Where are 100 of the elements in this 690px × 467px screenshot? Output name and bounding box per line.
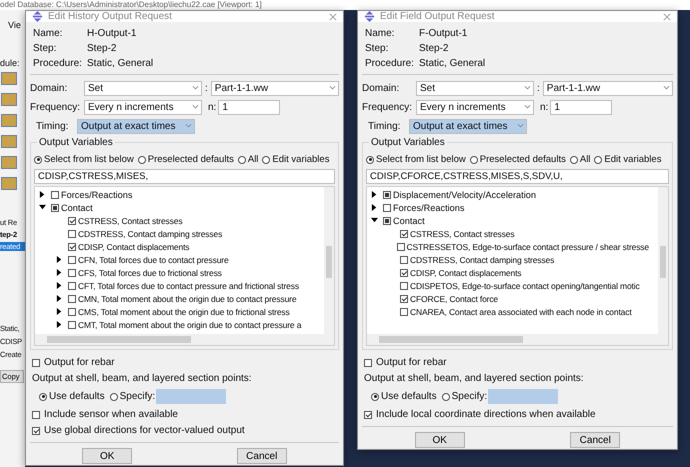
expand-icon[interactable] <box>56 295 63 302</box>
checkbox[interactable] <box>400 294 408 302</box>
list-item[interactable]: CDISP, Contact displacements <box>410 268 522 278</box>
expand-icon[interactable] <box>56 269 63 276</box>
list-item[interactable]: CMS, Total moment about the origin due to frictional stress <box>78 306 290 316</box>
radio-option[interactable]: Preselected defaults <box>470 154 566 165</box>
expand-icon[interactable] <box>371 204 378 211</box>
increment-field[interactable]: 1 <box>218 100 280 114</box>
list-item[interactable]: CFN, Total forces due to contact pressure <box>78 254 229 264</box>
list-item[interactable]: Displacement/Velocity/Acceleration <box>393 190 536 200</box>
checkbox[interactable] <box>51 204 59 212</box>
checkbox[interactable] <box>68 230 76 238</box>
scrollbar[interactable] <box>658 187 668 334</box>
domain-dropdown[interactable]: Set <box>416 80 534 96</box>
region-dropdown[interactable]: Part-1-1.ww <box>542 80 673 96</box>
radio-option[interactable]: Use defaults <box>371 391 437 402</box>
checkbox[interactable] <box>68 308 76 316</box>
dialog-title: Edit Field Output Request <box>380 11 496 22</box>
list-item[interactable]: CFS, Total forces due to frictional stress <box>78 268 222 278</box>
radio-option[interactable]: Select from list below <box>366 154 466 165</box>
checkbox[interactable] <box>400 256 408 264</box>
checkbox[interactable] <box>383 204 391 212</box>
checkbox[interactable] <box>396 242 404 250</box>
list-item[interactable]: CDISPETOS, Edge-to-surface contact opening/tangential motic <box>410 280 640 290</box>
field-label: Frequency: <box>30 102 82 112</box>
increment-field[interactable]: 1 <box>550 100 612 114</box>
checkbox[interactable] <box>68 320 76 328</box>
cancel-button[interactable]: Cancel <box>236 448 287 464</box>
checkbox[interactable] <box>68 294 76 302</box>
checkbox[interactable] <box>68 242 76 250</box>
checkbox[interactable] <box>383 190 391 198</box>
frequency-dropdown[interactable]: Every n increments <box>84 100 202 114</box>
radio-option[interactable]: Select from list below <box>34 154 134 165</box>
field-label: Frequency: <box>362 102 414 112</box>
list-item[interactable]: CFORCE, Contact force <box>410 294 498 304</box>
radio-option[interactable]: All <box>570 154 590 165</box>
timing-dropdown[interactable]: Output at exact times <box>409 118 527 134</box>
checkbox[interactable] <box>68 282 76 290</box>
list-item[interactable]: CDSTRESS, Contact damping stresses <box>410 254 554 264</box>
checkbox-option[interactable]: Output for rebar <box>32 357 339 368</box>
checkbox-option[interactable]: Output for rebar <box>364 357 673 368</box>
close-icon[interactable] <box>329 12 337 20</box>
collapse-icon[interactable] <box>39 204 46 211</box>
scrollbar[interactable] <box>367 334 668 345</box>
list-item[interactable]: CDSTRESS, Contact damping stresses <box>78 228 222 238</box>
collapse-icon[interactable] <box>371 217 378 224</box>
radio-option[interactable]: Edit variables <box>594 154 662 165</box>
list-item[interactable]: Contact <box>61 202 93 212</box>
checkbox[interactable] <box>68 216 76 224</box>
close-icon[interactable] <box>663 12 671 20</box>
checkbox[interactable] <box>383 216 391 224</box>
frequency-dropdown[interactable]: Every n increments <box>416 100 534 114</box>
ok-button[interactable]: OK <box>82 448 132 464</box>
list-item[interactable]: Contact <box>393 216 425 226</box>
scrollbar[interactable] <box>324 187 334 334</box>
list-item[interactable]: CNAREA, Contact area associated with each node in contact <box>410 306 632 316</box>
radio-option[interactable]: Preselected defaults <box>138 154 234 165</box>
checkbox[interactable] <box>51 190 59 198</box>
expand-icon[interactable] <box>371 191 378 198</box>
list-item[interactable]: CFT, Total forces due to contact pressure and frictional stress <box>78 280 299 290</box>
checkbox[interactable] <box>68 268 76 276</box>
list-item[interactable]: Forces/Reactions <box>393 202 464 212</box>
scrollbar[interactable] <box>35 334 334 345</box>
expand-icon[interactable] <box>56 321 63 328</box>
expand-icon[interactable] <box>39 191 46 198</box>
list-item[interactable]: CSTRESS, Contact stresses <box>78 216 182 226</box>
checkbox-option[interactable]: Include sensor when available <box>32 409 339 420</box>
checkbox-option[interactable]: Include local coordinate directions when available <box>364 409 673 420</box>
cancel-button[interactable]: Cancel <box>570 432 620 448</box>
radio-option[interactable]: All <box>238 154 258 165</box>
radio-option[interactable]: Use defaults <box>39 391 105 402</box>
domain-dropdown[interactable]: Set <box>84 80 202 96</box>
list-item[interactable]: CDISP, Contact displacements <box>78 242 190 252</box>
checkbox[interactable] <box>400 282 408 290</box>
radio-option[interactable]: Specify: <box>442 391 488 402</box>
list-item[interactable]: CSTRESS, Contact stresses <box>410 228 514 238</box>
expand-icon[interactable] <box>56 308 63 315</box>
specify-field[interactable] <box>488 389 558 404</box>
dialog-title: Edit History Output Request <box>48 11 173 22</box>
checkbox[interactable] <box>400 230 408 238</box>
list-item[interactable]: Forces/Reactions <box>61 190 132 200</box>
list-item[interactable]: CMT, Total moment about the origin due to contact pressure a <box>78 320 302 330</box>
expand-icon[interactable] <box>56 256 63 263</box>
checkbox[interactable] <box>400 268 408 276</box>
field-label: Step: <box>365 43 388 54</box>
list-item[interactable]: CSTRESSETOS, Edge-to-surface contact pressure / shear stresse <box>406 242 649 252</box>
variables-field[interactable]: CDISP,CFORCE,CSTRESS,MISES,S,SDV,U, <box>366 169 669 184</box>
specify-field[interactable] <box>156 389 226 404</box>
variables-field[interactable]: CDISP,CSTRESS,MISES, <box>34 169 335 184</box>
checkbox[interactable] <box>68 256 76 264</box>
radio-option[interactable]: Specify: <box>110 391 156 402</box>
expand-icon[interactable] <box>56 282 63 289</box>
checkbox-option[interactable]: Use global directions for vector-valued output <box>32 425 339 436</box>
menu-item[interactable]: Vie <box>8 20 21 30</box>
ok-button[interactable]: OK <box>414 432 465 448</box>
checkbox[interactable] <box>400 308 408 316</box>
list-item[interactable]: CMN, Total moment about the origin due to contact pressure <box>78 294 296 304</box>
region-dropdown[interactable]: Part-1-1.ww <box>210 80 339 96</box>
timing-dropdown[interactable]: Output at exact times <box>77 118 195 134</box>
radio-option[interactable]: Edit variables <box>262 154 330 165</box>
